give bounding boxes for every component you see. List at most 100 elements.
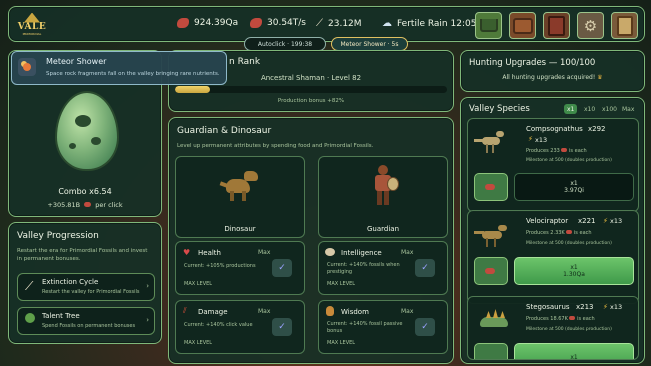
inventory-button[interactable] [509,12,536,39]
extinction-cycle-button[interactable]: ⟋ Extinction Cycle Restart the valley fo… [17,273,155,301]
shop-button[interactable] [475,12,502,39]
book-icon [548,15,565,36]
meat-resource: 924.39Qa [177,18,238,28]
game-logo: VALE PRIMORDIAL [15,10,49,38]
species-stegosaurus: Stegosaurus x213 ⚡ x13 Produces 18.67K i… [467,296,639,360]
egg-spot [69,143,76,149]
meteor-chip-text: Meteor Shower · 5s [340,40,399,48]
health-max: Max [258,249,271,256]
meteor-shower-chip[interactable]: Meteor Shower · 5s [331,37,408,51]
egg-spot [91,137,101,145]
meat-icon [569,316,576,320]
hunting-upgrades-panel: Hunting Upgrades — 100/100 All hunting u… [460,50,645,92]
multiplier-x1-tab[interactable]: x1 [564,104,578,114]
intelligence-max: Max [401,249,414,256]
codex-button[interactable] [543,12,570,39]
meat-icon [485,268,495,274]
progression-title: Valley Progression [17,231,99,241]
tree-icon [25,313,35,323]
damage-desc: Current: +140% click value [184,322,253,328]
check-icon: ✓ [421,322,429,332]
wisdom-desc: Current: +140% fossil passive bonus [327,321,403,334]
health-level: MAX LEVEL [184,281,213,287]
multiplier-max-tab[interactable]: Max [619,104,637,114]
buy-qty: x1 [570,264,578,271]
damage-upgrade-button[interactable]: ✓ [272,318,292,336]
cart-icon [479,19,498,32]
buy-velociraptor-button[interactable]: x1 1.30Qa [514,257,634,285]
species-milestone: Milestone at 500 (doubles production) [526,327,612,332]
buy-cost: 3.97Qi [564,187,584,194]
hunting-subtitle: All hunting upgrades acquired! [502,74,596,81]
meteor-icon [18,58,36,76]
dinosaur-card[interactable]: Dinosaur [175,156,305,238]
wisdom-level: MAX LEVEL [327,340,356,346]
trophy-icon: ♛ [597,74,603,81]
buy-compsognathus-button[interactable]: x1 3.97Qi [514,173,634,201]
meteor-shower-popup: Meteor Shower Space rock fragments fall … [11,51,227,85]
autoclick-text: Autoclick · 199:38 [257,40,313,48]
brain-icon [325,248,335,256]
health-upgrade-button[interactable]: ✓ [272,259,292,277]
autoclick-chip[interactable]: Autoclick · 199:38 [244,37,326,51]
extinction-cycle-desc: Restart the valley for Primordial Fossil… [42,289,140,295]
guardian-desc: Level up permanent attributes by spendin… [177,143,374,149]
wisdom-name: Wisdom [341,308,369,316]
weather-value: Fertile Rain 12:05 [397,18,477,29]
quick-buy-button[interactable] [474,343,508,359]
health-desc: Current: +105% productions [184,263,256,269]
bone-icon: ⟋ [316,18,323,29]
species-name: Stegosaurus [526,303,570,311]
logo-text: VALE [17,21,47,32]
multiplier-x100-tab[interactable]: x100 [599,104,620,114]
meat-icon [84,202,92,207]
wisdom-max: Max [401,308,414,315]
warrior-sprite [369,165,399,211]
multiplier-x10-tab[interactable]: x10 [581,104,598,114]
guardian-label: Guardian [366,225,400,233]
meat-icon [485,184,495,190]
intelligence-level: MAX LEVEL [327,281,356,287]
dinosaur-label: Dinosaur [224,225,256,233]
quick-buy-button[interactable] [474,257,508,285]
progression-desc: Restart the era for Primordial Fossils a… [17,248,148,262]
rank-title: n Rank [229,57,261,67]
buy-cost: 1.30Qa [563,271,585,278]
check-icon: ✓ [278,322,286,332]
per-click-value: +305.81B [47,201,81,209]
species-compsognathus: Compsognathus x292 ⚡ x13 Produces 233 is… [467,118,639,212]
chevron-right-icon: › [146,316,149,324]
log-button[interactable] [611,12,638,39]
bones-resource: ⟋ 23.12M [316,18,362,29]
weather-resource: ☁ Fertile Rain 12:05 [382,18,476,29]
damage-name: Damage [198,308,228,316]
chevron-right-icon: › [146,282,149,290]
species-produces: Produces 18.67K is each [526,316,595,322]
species-produces: Produces 233 is each [526,148,587,154]
dinosaur-egg[interactable] [55,91,119,171]
quick-buy-button[interactable] [474,173,508,201]
t-rex-sprite [219,169,260,205]
species-bonus: x13 [610,303,623,311]
talent-tree-button[interactable]: Talent Tree Spend Fossils on permanent b… [17,307,155,335]
species-produces: Produces 2.33K is each [526,230,592,236]
lightning-icon: ⚡ [603,303,608,311]
species-velociraptor: Velociraptor x221 ⚡ x13 Produces 2.33K i… [467,210,639,304]
top-bar: VALE PRIMORDIAL 924.39Qa 30.54T/s ⟋ 23.1… [8,6,645,42]
lightning-icon: ⚡ [603,217,608,225]
extinction-cycle-label: Extinction Cycle [42,278,99,286]
intelligence-upgrade-button[interactable]: ✓ [415,259,435,277]
gear-icon: ⚙ [583,16,598,35]
wisdom-upgrade-button[interactable]: ✓ [415,318,435,336]
settings-button[interactable]: ⚙ [577,12,604,39]
scroll-icon [616,15,633,36]
damage-stat: ⫽ Damage Max Current: +140% click value … [175,300,305,354]
species-name: Compsognathus [526,125,583,133]
talent-tree-desc: Spend Fossils on permanent bonuses [42,323,136,329]
meat-icon [561,148,568,152]
buy-stegosaurus-button[interactable]: x1 [514,343,634,359]
health-name: Health [198,249,221,257]
health-stat: ♥ Health Max Current: +105% productions … [175,241,305,295]
guardian-card[interactable]: Guardian [318,156,448,238]
hunting-title: Hunting Upgrades — 100/100 [469,58,596,68]
